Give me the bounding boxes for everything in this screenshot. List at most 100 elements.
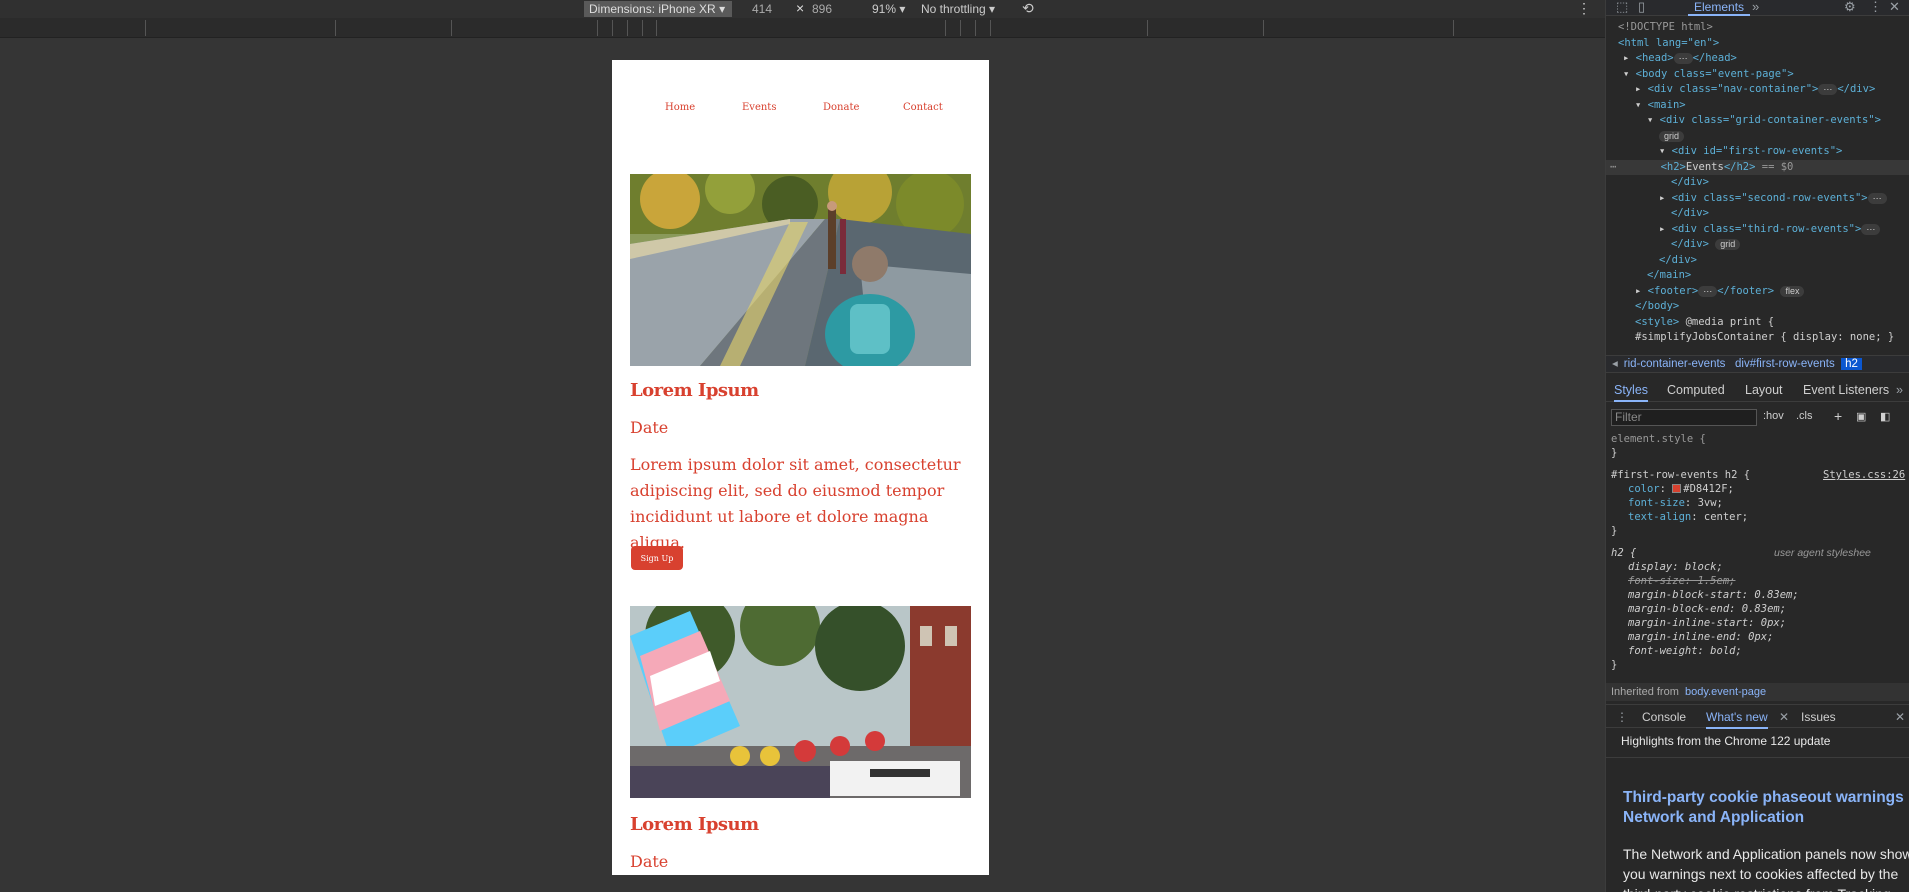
nav-donate-link[interactable]: Donate xyxy=(823,102,859,113)
ua-margin-block-end: margin-block-end: 0.83em; xyxy=(1628,603,1787,615)
close-drawer-icon[interactable]: ✕ xyxy=(1895,710,1905,724)
dom-footer-tag: <footer> xyxy=(1647,284,1699,297)
dom-first-row-tag: <div id="first-row-events"> xyxy=(1671,145,1843,157)
device-width-input[interactable]: 414 xyxy=(752,1,772,17)
dom-div-close[interactable]: </div> grid xyxy=(1671,237,1741,253)
grid-badge[interactable]: grid xyxy=(1659,129,1685,145)
ua-rule-selector[interactable]: h2 { xyxy=(1611,546,1636,560)
ua-display: display: block; xyxy=(1628,561,1723,573)
tab-event-listeners[interactable]: Event Listeners xyxy=(1803,383,1889,397)
kebab-icon[interactable]: ⋮ xyxy=(1577,0,1591,16)
dom-first-row[interactable]: ▾ <div id="first-row-events"> xyxy=(1659,144,1842,160)
nav-contact-link[interactable]: Contact xyxy=(903,102,943,113)
styles-filter-input[interactable]: Filter xyxy=(1611,409,1757,426)
tab-issues[interactable]: Issues xyxy=(1801,710,1836,724)
dom-third-row[interactable]: ▸ <div class="third-row-events"> ⋯ xyxy=(1659,222,1881,238)
dom-h2-close: </h2> xyxy=(1723,160,1756,173)
breadcrumb-item-h2[interactable]: h2 xyxy=(1841,358,1862,370)
nav-home-link[interactable]: Home xyxy=(665,102,695,113)
dom-style-rule[interactable]: #simplifyJobsContainer { display: none; … xyxy=(1635,330,1894,346)
rule-source-link[interactable]: Styles.css:26 xyxy=(1823,468,1905,482)
rule-selector[interactable]: #first-row-events h2 { xyxy=(1611,468,1750,482)
event-date-2: Date xyxy=(630,852,669,871)
dom-body-close[interactable]: </body> xyxy=(1635,299,1679,315)
dom-body[interactable]: ▾ <body class="event-page"> xyxy=(1623,67,1794,83)
tab-whats-new[interactable]: What's new xyxy=(1706,710,1768,729)
ua-margin-inline-end: margin-inline-end: 0px; xyxy=(1628,631,1774,643)
dom-div-close[interactable]: </div> xyxy=(1671,175,1709,191)
gear-icon[interactable]: ⚙ xyxy=(1844,0,1856,14)
dom-h2-selected[interactable]: ⋯ <h2>Events</h2> == $0 xyxy=(1606,159,1909,175)
breadcrumb-item-grid[interactable]: rid-container-events xyxy=(1624,358,1726,370)
close-tab-icon[interactable]: ✕ xyxy=(1779,710,1789,724)
dom-grid-container[interactable]: ▾ <div class="grid-container-events"> xyxy=(1647,113,1881,129)
dom-body-tag: <body class="event-page"> xyxy=(1635,67,1794,80)
color-swatch[interactable] xyxy=(1672,484,1682,493)
breadcrumb-left-arrow[interactable]: ◂ xyxy=(1606,358,1624,370)
dom-main[interactable]: ▾ <main> xyxy=(1635,98,1686,114)
text-align-declaration[interactable]: text-align: center; xyxy=(1628,510,1748,524)
element-style-selector[interactable]: element.style { xyxy=(1611,432,1706,446)
dom-div-close[interactable]: </div> xyxy=(1659,253,1697,269)
breadcrumb-item-first-row[interactable]: div#first-row-events xyxy=(1735,358,1835,370)
tab-layout[interactable]: Layout xyxy=(1745,383,1783,397)
styles-tabs: Styles Computed Layout Event Listeners » xyxy=(1606,380,1909,402)
hov-toggle[interactable]: :hov xyxy=(1763,410,1784,422)
tab-elements[interactable]: Elements xyxy=(1688,0,1751,16)
inspect-element-icon[interactable]: ⬚ xyxy=(1616,0,1628,14)
dom-main-close[interactable]: </main> xyxy=(1647,268,1691,284)
flex-badge[interactable]: flex xyxy=(1780,285,1805,297)
dom-head[interactable]: ▸ <head> ⋯ </head> xyxy=(1623,51,1737,67)
close-brace: } xyxy=(1611,525,1618,537)
dom-body-close-tag: </body> xyxy=(1635,300,1680,312)
device-height-input[interactable]: 896 xyxy=(812,1,832,17)
sign-up-button[interactable]: Sign Up xyxy=(631,546,683,570)
device-toggle-icon[interactable]: ▯ xyxy=(1638,0,1645,14)
drawer-tabs: ⋮ Console What's new ✕ Issues ✕ xyxy=(1606,704,1909,729)
nav-events-link[interactable]: Events xyxy=(742,102,776,113)
paint-icon[interactable]: ▣ xyxy=(1856,410,1866,423)
tab-computed[interactable]: Computed xyxy=(1667,383,1725,397)
pride-parade-photo xyxy=(630,606,971,798)
whats-new-pane: Highlights from the Chrome 122 update Th… xyxy=(1606,729,1909,892)
dom-second-row[interactable]: ▸ <div class="second-row-events"> ⋯ xyxy=(1659,191,1887,207)
dom-div-close-tag: </div> xyxy=(1671,176,1709,188)
dom-footer[interactable]: ▸ <footer> ⋯ </footer> flex xyxy=(1635,284,1805,300)
inherited-link[interactable]: body.event-page xyxy=(1685,686,1766,698)
text-align-value: center; xyxy=(1703,511,1749,523)
dom-doctype[interactable]: <!DOCTYPE html> xyxy=(1618,20,1713,36)
dom-html[interactable]: <html lang="en"> xyxy=(1618,36,1719,52)
whats-new-title-link[interactable]: Third-party cookie phaseout warnings in … xyxy=(1623,788,1909,828)
dom-head-close: </head> xyxy=(1692,52,1737,64)
sidebar-toggle-icon[interactable]: ◧ xyxy=(1880,410,1890,423)
dom-footer-close: </footer> xyxy=(1717,284,1775,297)
drawer-menu-icon[interactable]: ⋮ xyxy=(1616,710,1628,724)
dom-div-close[interactable]: </div> xyxy=(1671,206,1709,222)
font-size-declaration[interactable]: font-size: 3vw; xyxy=(1628,496,1723,510)
tab-styles[interactable]: Styles xyxy=(1614,383,1649,402)
highlights-heading: Highlights from the Chrome 122 update xyxy=(1621,734,1831,748)
close-icon[interactable]: ✕ xyxy=(1889,0,1900,14)
grid-badge-2[interactable]: grid xyxy=(1715,239,1741,250)
cls-toggle[interactable]: .cls xyxy=(1796,410,1813,422)
device-toolbar: Dimensions: iPhone XR ▾ 414 × 896 91% ▾ … xyxy=(0,0,1605,18)
dom-second-row-tag: <div class="second-row-events"> xyxy=(1671,191,1868,204)
ua-font-size-overridden: font-size: 1.5em; xyxy=(1628,575,1736,587)
rotate-icon[interactable]: ⟲ xyxy=(1022,0,1034,16)
dom-h2-text: Events xyxy=(1685,160,1724,173)
tab-console[interactable]: Console xyxy=(1642,710,1686,724)
selected-marker: == $0 xyxy=(1761,160,1794,173)
font-size-value: 3vw; xyxy=(1697,497,1723,509)
throttling-select[interactable]: No throttling ▾ xyxy=(921,1,995,17)
kebab-icon[interactable]: ⋮ xyxy=(1869,0,1882,14)
device-dimensions-select[interactable]: Dimensions: iPhone XR ▾ xyxy=(584,1,732,17)
dom-style[interactable]: <style> @media print { xyxy=(1635,315,1774,331)
new-rule-icon[interactable]: + xyxy=(1834,408,1842,424)
color-declaration[interactable]: color: #D8412F; xyxy=(1628,482,1734,496)
more-tabs-icon[interactable]: » xyxy=(1752,0,1759,14)
more-tabs-icon[interactable]: » xyxy=(1896,383,1903,397)
dom-style-media: @media print { xyxy=(1685,315,1775,328)
zoom-select[interactable]: 91% ▾ xyxy=(872,1,905,17)
devtools-panel: ⬚ ▯ Elements » ⚙ ⋮ ✕ <!DOCTYPE html> <ht… xyxy=(1605,0,1909,892)
dom-nav-div[interactable]: ▸ <div class="nav-container"> ⋯ </div> xyxy=(1635,82,1875,98)
